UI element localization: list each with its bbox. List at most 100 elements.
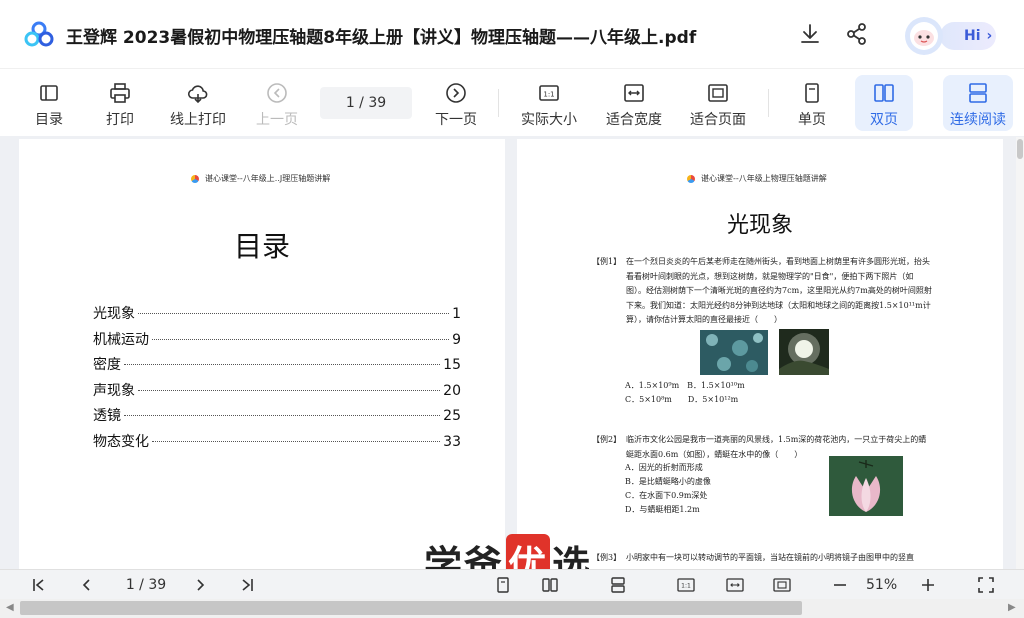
actual-size-button[interactable]: 1:1 实际大小 xyxy=(517,75,581,131)
fit-page-button-bottom[interactable] xyxy=(771,574,793,596)
double-page-icon xyxy=(542,578,558,592)
question-tag: 【例1】 xyxy=(592,257,622,266)
fullscreen-icon xyxy=(978,577,994,593)
horizontal-scrollbar-thumb[interactable] xyxy=(20,601,802,615)
tree-shadow-photo xyxy=(700,330,768,375)
page-indicator[interactable]: 1 / 39 xyxy=(320,87,412,119)
toc-label: 目录 xyxy=(35,112,63,128)
single-page-view-button[interactable] xyxy=(493,574,513,596)
toc-entry[interactable]: 光现象 1 xyxy=(93,303,461,329)
fit-width-icon xyxy=(726,578,744,592)
last-page-icon xyxy=(242,579,253,591)
vertical-scrollbar-thumb[interactable] xyxy=(1017,139,1023,159)
lotus-dragonfly-photo xyxy=(829,456,903,516)
continuous-icon xyxy=(611,577,625,593)
next-page-nav-button[interactable] xyxy=(189,574,211,596)
fit-page-button[interactable]: 适合页面 xyxy=(686,75,750,131)
app-logo-icon xyxy=(24,21,54,47)
actual-size-button-bottom[interactable]: 1:1 xyxy=(675,574,697,596)
question-text: 在一个烈日炎炎的午后某老师走在随州街头，看到地面上树荫里有许多圆形光斑，抬头看看… xyxy=(626,257,932,324)
scroll-right-arrow-icon[interactable]: ▶ xyxy=(1008,602,1016,613)
single-page-button[interactable]: 单页 xyxy=(792,75,832,131)
next-page-button[interactable]: 下一页 xyxy=(431,75,481,131)
toc-entry-page: 33 xyxy=(443,433,461,450)
double-page-view-button[interactable] xyxy=(540,574,560,596)
online-print-label: 线上打印 xyxy=(170,112,226,128)
toc-leader xyxy=(138,389,441,391)
toc-entry-title: 光现象 xyxy=(93,306,135,322)
page-header-text: 谌心课堂--八年级上物理压轴题讲解 xyxy=(701,174,827,183)
toc-entry-page: 15 xyxy=(443,357,461,373)
assistant-label: Hi xyxy=(964,28,981,44)
fit-page-icon xyxy=(708,84,728,102)
option-line: C．5×10⁸m D．5×10¹²m xyxy=(625,395,739,404)
assistant-button[interactable]: Hi › xyxy=(896,12,1000,58)
option-line: B．是比蜻蜓略小的虚像 xyxy=(625,477,711,486)
option-line: A．1.5×10⁹m B．1.5×10¹⁰m xyxy=(625,381,745,390)
chevron-right-icon: › xyxy=(986,28,993,44)
prev-page-button[interactable]: 上一页 xyxy=(252,75,302,131)
toc-entry[interactable]: 透镜 25 xyxy=(93,405,461,431)
pdf-page-left: 谌心课堂--八年级上..J理压轴题讲解 目录 光现象 1 机械运动 9 密度 15 声… xyxy=(19,139,505,569)
toc-entry-page: 20 xyxy=(443,382,461,399)
toc-entry[interactable]: 声现象 20 xyxy=(93,380,461,406)
double-page-label: 双页 xyxy=(870,112,898,128)
zoom-out-button[interactable] xyxy=(830,574,850,596)
document-viewport[interactable]: 谌心课堂--八年级上..J理压轴题讲解 目录 光现象 1 机械运动 9 密度 15 声… xyxy=(0,137,1016,569)
toc-icon xyxy=(40,85,58,101)
toc-entry[interactable]: 物态变化 33 xyxy=(93,431,461,457)
publisher-logo-icon xyxy=(687,174,695,183)
option-line: A．因光的折射而形成 xyxy=(625,463,703,472)
toc-button[interactable]: 目录 xyxy=(30,75,68,131)
svg-text:1:1: 1:1 xyxy=(681,583,691,590)
toolbar-divider xyxy=(498,89,499,117)
actual-size-label: 实际大小 xyxy=(521,112,577,128)
toc-entry-title: 密度 xyxy=(93,357,121,373)
toc-entry-page: 9 xyxy=(452,331,461,348)
toolbar: 目录 打印 线上打印 上一页 1 / 39 下一页 1:1 实际大小 适合宽度 … xyxy=(0,68,1024,136)
example-question-3: 【例3】 小明家中有一块可以转动调节的平面镜，当站在镜前的小明将镜子由图甲中的竖… xyxy=(592,551,932,566)
prev-page-label: 上一页 xyxy=(256,112,298,128)
prev-page-nav-button[interactable] xyxy=(76,574,98,596)
last-page-button[interactable] xyxy=(236,574,258,596)
plus-icon xyxy=(922,579,934,591)
share-icon[interactable] xyxy=(845,22,869,46)
zoom-in-button[interactable] xyxy=(918,574,938,596)
continuous-read-button[interactable]: 连续阅读 xyxy=(943,75,1013,131)
zoom-level[interactable]: 51% xyxy=(866,574,897,596)
chevron-left-icon xyxy=(82,579,90,591)
table-of-contents: 光现象 1 机械运动 9 密度 15 声现象 20 透镜 25 物态变化 33 xyxy=(93,303,461,456)
vertical-scrollbar[interactable] xyxy=(1016,137,1024,569)
toc-leader xyxy=(152,338,450,340)
fit-width-icon xyxy=(624,84,644,102)
fit-width-button[interactable]: 适合宽度 xyxy=(602,75,666,131)
print-button[interactable]: 打印 xyxy=(101,75,139,131)
assistant-avatar-icon xyxy=(905,17,943,55)
scroll-left-arrow-icon[interactable]: ◀ xyxy=(6,602,14,613)
single-page-label: 单页 xyxy=(798,112,826,128)
sunlight-tree-photo xyxy=(779,329,829,375)
fullscreen-button[interactable] xyxy=(975,574,997,596)
toc-heading: 目录 xyxy=(233,230,290,263)
question-text: 小明家中有一块可以转动调节的平面镜，当站在镜前的小明将镜子由图甲中的竖直 xyxy=(626,553,914,562)
toc-entry-page: 1 xyxy=(452,306,461,322)
double-page-button[interactable]: 双页 xyxy=(855,75,913,131)
continuous-read-label: 连续阅读 xyxy=(950,112,1006,128)
horizontal-scrollbar[interactable]: ◀ ▶ xyxy=(0,599,1024,618)
fit-width-button-bottom[interactable] xyxy=(724,574,746,596)
cloud-print-icon xyxy=(187,85,208,104)
toc-entry-title: 物态变化 xyxy=(93,433,149,450)
bottom-page-indicator[interactable]: 1 / 39 xyxy=(110,574,182,596)
toc-entry-title: 机械运动 xyxy=(93,331,149,348)
online-print-button[interactable]: 线上打印 xyxy=(166,75,230,131)
toc-entry[interactable]: 机械运动 9 xyxy=(93,329,461,355)
toc-entry[interactable]: 密度 15 xyxy=(93,354,461,380)
continuous-view-button[interactable] xyxy=(608,574,628,596)
question-tag: 【例2】 xyxy=(592,435,622,444)
actual-size-icon: 1:1 xyxy=(677,578,695,592)
first-page-button[interactable] xyxy=(28,574,50,596)
option-line: D．与蜻蜓相距1.2m xyxy=(625,505,700,514)
toolbar-divider xyxy=(768,89,769,117)
title-bar: 王登辉 2023暑假初中物理压轴题8年级上册【讲义】物理压轴题——八年级上.pd… xyxy=(0,0,1024,68)
download-icon[interactable] xyxy=(798,22,822,46)
